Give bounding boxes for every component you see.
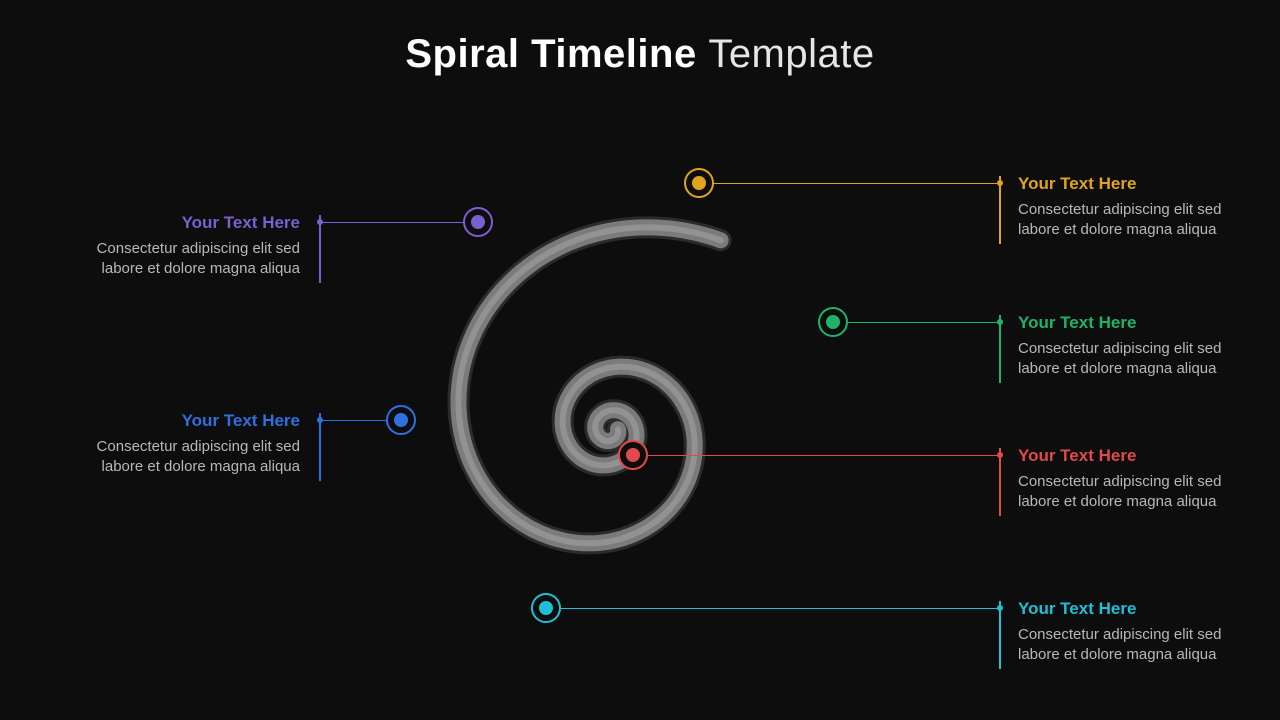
heading-orange: Your Text Here — [1018, 173, 1264, 196]
vbar-green — [999, 315, 1001, 383]
dot-blue — [394, 413, 408, 427]
leader-cyan — [561, 608, 1000, 609]
leader-red — [648, 455, 1000, 456]
dot-purple — [471, 215, 485, 229]
dot-orange — [692, 176, 706, 190]
callout-cyan: Your Text Here Consectetur adipiscing el… — [1004, 598, 1264, 665]
diagram-stage: Your Text Here Consectetur adipiscing el… — [0, 0, 1280, 720]
leader-purple — [320, 222, 463, 223]
callout-green: Your Text Here Consectetur adipiscing el… — [1004, 312, 1264, 379]
callout-purple: Your Text Here Consectetur adipiscing el… — [54, 212, 314, 279]
body-purple: Consectetur adipiscing elit sed labore e… — [54, 239, 300, 280]
body-green: Consectetur adipiscing elit sed labore e… — [1018, 339, 1264, 380]
heading-green: Your Text Here — [1018, 312, 1264, 335]
body-red: Consectetur adipiscing elit sed labore e… — [1018, 472, 1264, 513]
node-blue — [386, 405, 416, 435]
leader-orange — [714, 183, 1000, 184]
dot-green — [826, 315, 840, 329]
dot-red — [626, 448, 640, 462]
vbar-blue — [319, 413, 321, 481]
callout-blue: Your Text Here Consectetur adipiscing el… — [54, 410, 314, 477]
node-purple — [463, 207, 493, 237]
leader-green — [848, 322, 1000, 323]
callout-orange: Your Text Here Consectetur adipiscing el… — [1004, 173, 1264, 240]
heading-blue: Your Text Here — [54, 410, 300, 433]
callout-red: Your Text Here Consectetur adipiscing el… — [1004, 445, 1264, 512]
dot-cyan — [539, 601, 553, 615]
node-red — [618, 440, 648, 470]
node-green — [818, 307, 848, 337]
vbar-orange — [999, 176, 1001, 244]
body-blue: Consectetur adipiscing elit sed labore e… — [54, 437, 300, 478]
leader-blue — [320, 420, 386, 421]
heading-purple: Your Text Here — [54, 212, 300, 235]
vbar-purple — [319, 215, 321, 283]
body-cyan: Consectetur adipiscing elit sed labore e… — [1018, 625, 1264, 666]
node-orange — [684, 168, 714, 198]
heading-red: Your Text Here — [1018, 445, 1264, 468]
body-orange: Consectetur adipiscing elit sed labore e… — [1018, 200, 1264, 241]
vbar-red — [999, 448, 1001, 516]
vbar-cyan — [999, 601, 1001, 669]
heading-cyan: Your Text Here — [1018, 598, 1264, 621]
node-cyan — [531, 593, 561, 623]
